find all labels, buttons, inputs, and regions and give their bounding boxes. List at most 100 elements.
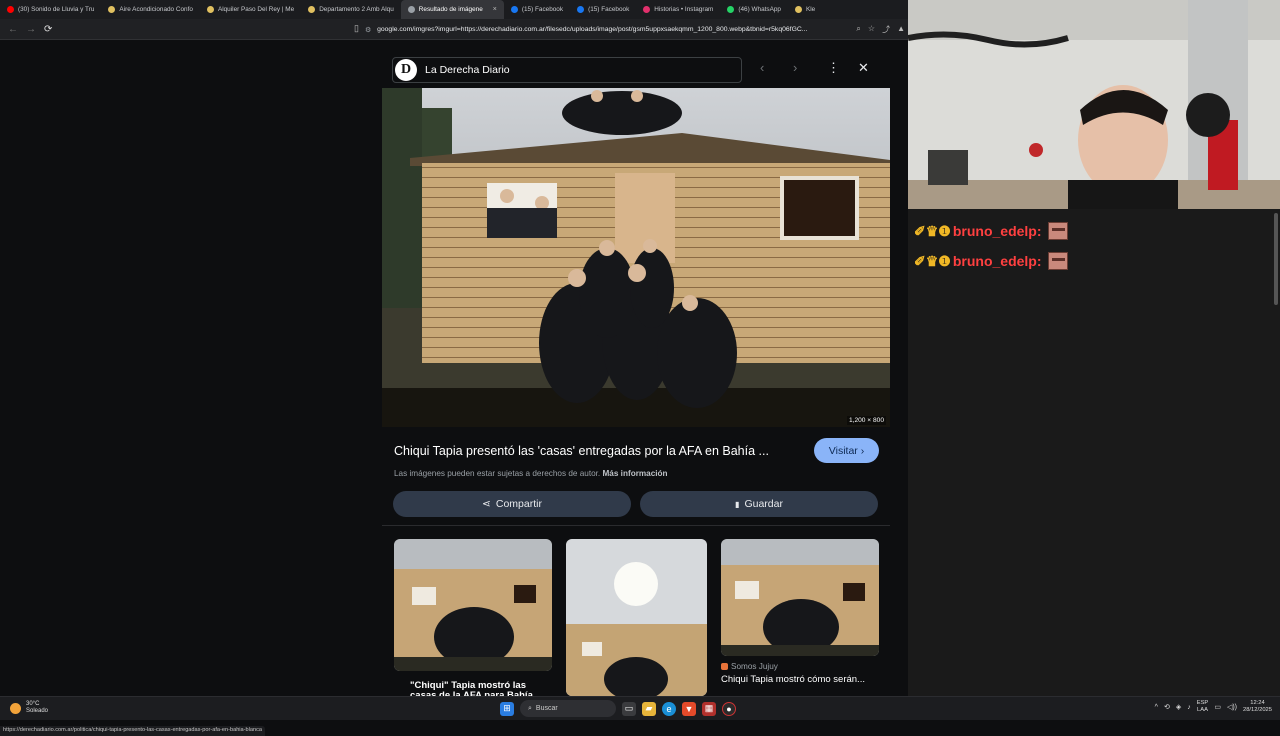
browser-tab[interactable]: Kle xyxy=(788,0,822,19)
file-explorer-icon[interactable]: ▰ xyxy=(642,701,656,716)
shield-icon[interactable]: ◈ xyxy=(1176,703,1181,711)
divider xyxy=(382,525,890,526)
page-content: D La Derecha Diario ‹ › ⋮ ✕ 1,200 × 800 … xyxy=(0,40,908,736)
network-icon[interactable]: ▭ xyxy=(1214,703,1221,711)
address-bar-actions: ⌕ ☆ ⤴ ▲ xyxy=(856,24,905,35)
tab-favicon xyxy=(794,6,802,13)
windows-start-icon[interactable]: ⊞ xyxy=(500,701,514,716)
share-icon[interactable]: ⤴ xyxy=(882,24,890,35)
tab-label: (15) Facebook xyxy=(588,6,630,13)
browser-tab[interactable]: (15) Facebook xyxy=(570,0,636,19)
back-arrow-icon[interactable]: ← xyxy=(8,24,18,35)
close-icon[interactable]: ✕ xyxy=(858,60,869,76)
tab-favicon xyxy=(577,6,585,13)
lang-bottom: LAA xyxy=(1197,707,1208,713)
taskbar-apps: ⊞ ⌕ Buscar ▭ ▰ e ▼ ▦ ● xyxy=(500,700,736,717)
browser-tab[interactable]: (46) WhatsApp xyxy=(720,0,788,19)
taskbar-search[interactable]: ⌕ Buscar xyxy=(520,700,616,717)
site-info-icon[interactable]: ⚙ xyxy=(365,26,371,34)
tab-close-icon[interactable]: × xyxy=(493,6,497,13)
star-icon[interactable]: ☆ xyxy=(868,24,875,35)
image-title[interactable]: Chiqui Tapia presentó las 'casas' entreg… xyxy=(394,444,769,458)
task-view-icon[interactable]: ▭ xyxy=(622,701,636,716)
tab-label: Aire Acondicionado Confo xyxy=(119,6,193,13)
tab-label: Resultado de imágene xyxy=(418,6,483,13)
save-button[interactable]: ▮ Guardar xyxy=(640,491,878,517)
weather-text: 30°C Soleado xyxy=(26,701,48,715)
webcam-feed xyxy=(908,0,1280,209)
tray-expand-icon[interactable]: ^ xyxy=(1155,704,1158,711)
weather-widget[interactable]: 30°C Soleado xyxy=(10,701,48,715)
related-image-3[interactable] xyxy=(721,539,879,656)
related-image-2[interactable] xyxy=(566,539,707,696)
obs-app-icon[interactable]: ● xyxy=(722,701,736,716)
browser-tab[interactable]: Historias • Instagram xyxy=(636,0,720,19)
tab-label: Historias • Instagram xyxy=(654,6,714,13)
related-source-name-3: Somos Jujuy xyxy=(731,662,778,671)
browser-tab[interactable]: (15) Facebook xyxy=(504,0,570,19)
language-indicator[interactable]: ESP LAA xyxy=(1197,700,1209,714)
browser-tab[interactable]: (30) Sonido de Lluvia y Tru xyxy=(0,0,101,19)
share-icon: ⋖ xyxy=(482,498,491,510)
brave-browser-icon[interactable]: ▼ xyxy=(682,701,696,716)
rights-text: Las imágenes pueden estar sujetas a dere… xyxy=(394,469,601,478)
emote-icon xyxy=(1047,252,1068,270)
tab-label: (30) Sonido de Lluvia y Tru xyxy=(18,6,95,13)
tab-label: (15) Facebook xyxy=(521,6,564,13)
microphone-icon[interactable]: ♪ xyxy=(1187,704,1191,711)
related-image-1[interactable] xyxy=(394,539,552,671)
visit-button[interactable]: Visitar › xyxy=(814,438,879,463)
more-info-link[interactable]: Más información xyxy=(602,469,667,478)
tab-favicon xyxy=(206,6,214,13)
tab-favicon xyxy=(510,6,518,13)
source-bar[interactable]: D La Derecha Diario xyxy=(392,57,742,83)
zoom-icon[interactable]: ⌕ xyxy=(856,24,860,35)
edge-browser-icon[interactable]: e xyxy=(662,701,676,716)
more-options-icon[interactable]: ⋮ xyxy=(827,60,840,76)
chat-message: ✐♛❶ bruno_edelp: xyxy=(914,252,1068,270)
save-label: Guardar xyxy=(744,498,783,510)
sync-icon[interactable]: ⟲ xyxy=(1164,703,1170,711)
share-button[interactable]: ⋖ Compartir xyxy=(393,491,631,517)
tab-favicon xyxy=(308,6,316,13)
user-badges: ✐♛❶ xyxy=(914,252,951,269)
clock[interactable]: 12:24 28/12/2025 xyxy=(1243,700,1272,714)
browser-tab[interactable]: Departamento 2 Amb Alqu xyxy=(301,0,401,19)
calendar-app-icon[interactable]: ▦ xyxy=(702,701,716,716)
image-viewer-panel: D La Derecha Diario ‹ › ⋮ ✕ 1,200 × 800 … xyxy=(382,48,890,701)
related-source-3[interactable]: Somos Jujuy xyxy=(721,662,778,671)
next-image-icon[interactable]: › xyxy=(793,60,797,75)
bookmark-icon[interactable]: ▯ xyxy=(354,23,359,34)
bookmark-icon: ▮ xyxy=(735,499,740,509)
extension-icon[interactable]: ▲ xyxy=(897,24,905,35)
emote-icon xyxy=(1047,222,1068,240)
browser-tab[interactable]: Resultado de imágene × xyxy=(400,0,504,19)
house-photo-illustration xyxy=(382,88,890,427)
tab-favicon xyxy=(108,6,116,13)
chat-scrollbar[interactable] xyxy=(1274,213,1278,305)
browser-tab[interactable]: Aire Acondicionado Confo xyxy=(101,0,200,19)
volume-icon[interactable]: ◁)) xyxy=(1227,703,1237,711)
windows-taskbar: 30°C Soleado ⊞ ⌕ Buscar ▭ ▰ e ▼ ▦ ● ^ ⟲ … xyxy=(0,696,1280,720)
related-caption-3[interactable]: Chiqui Tapia mostró cómo serán... xyxy=(721,674,865,685)
reload-icon[interactable]: ⟳ xyxy=(44,24,52,35)
tab-label: Alquiler Paso Del Rey | Me xyxy=(217,6,295,13)
chat-username[interactable]: bruno_edelp: xyxy=(953,253,1042,269)
browser-tab[interactable]: Alquiler Paso Del Rey | Me xyxy=(200,0,301,19)
tab-favicon xyxy=(727,6,735,13)
chat-message: ✐♛❶ bruno_edelp: xyxy=(914,222,1068,240)
tab-favicon xyxy=(407,6,415,13)
related-photo-3 xyxy=(721,539,879,656)
source-name[interactable]: La Derecha Diario xyxy=(425,64,510,76)
browser-tab-strip: (30) Sonido de Lluvia y Tru Aire Acondici… xyxy=(0,0,908,19)
forward-arrow-icon[interactable]: → xyxy=(26,24,36,35)
main-image[interactable]: 1,200 × 800 xyxy=(382,88,890,427)
tab-favicon xyxy=(643,6,651,13)
address-bar[interactable]: ⚙ google.com/imgres?imgurl=https://derec… xyxy=(365,22,905,37)
tab-label: Kle xyxy=(805,6,816,13)
url-text[interactable]: google.com/imgres?imgurl=https://derecha… xyxy=(377,26,807,33)
status-bar-url: https://derechadiario.com.ar/politica/ch… xyxy=(0,726,266,736)
prev-image-icon[interactable]: ‹ xyxy=(760,60,764,75)
chat-username[interactable]: bruno_edelp: xyxy=(953,223,1042,239)
lang-top: ESP xyxy=(1196,700,1209,706)
